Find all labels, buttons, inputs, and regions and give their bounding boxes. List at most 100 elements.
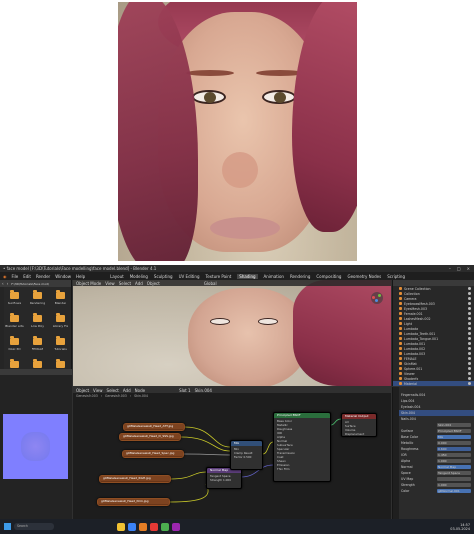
property-value[interactable]: 1.000: [437, 459, 471, 463]
folder-item[interactable]: Tutorials: [50, 335, 71, 355]
object-icon: [399, 327, 402, 330]
file-path[interactable]: F:\3D\Tutorials\Face mod\: [11, 282, 49, 286]
property-value[interactable]: Principled BSDF: [437, 429, 471, 433]
shader-node-editor[interactable]: Object View Select Add Node Slot 1 Skin.…: [73, 387, 391, 519]
tab-uv-editing[interactable]: UV Editing: [179, 274, 200, 279]
image-texture-node[interactable]: g9MaleGenesis9_Head_Nrm.jpg: [97, 498, 170, 506]
eye-icon[interactable]: [468, 372, 471, 375]
eye-icon[interactable]: [468, 367, 471, 370]
folder-item[interactable]: Blender arts: [4, 312, 25, 332]
folder-item[interactable]: DALI 3D: [4, 335, 25, 355]
eye-icon[interactable]: [468, 322, 471, 325]
chat-app-icon[interactable]: [161, 522, 169, 531]
close-icon[interactable]: ×: [467, 266, 470, 271]
property-value[interactable]: Normal Map: [437, 465, 471, 469]
navigation-gizmo[interactable]: [371, 292, 383, 304]
eye-icon[interactable]: [468, 342, 471, 345]
image-texture-node[interactable]: g9MaleGenesis9_Head_ATT.jpg: [123, 423, 185, 431]
tab-layout[interactable]: Layout: [110, 274, 124, 279]
property-value[interactable]: 0.000: [437, 441, 471, 445]
select-menu[interactable]: Select: [119, 281, 131, 286]
menu-window[interactable]: Window: [55, 274, 71, 279]
tab-texture-paint[interactable]: Texture Paint: [205, 274, 231, 279]
normal-map-preview[interactable]: [3, 414, 68, 479]
eye-icon[interactable]: [468, 312, 471, 315]
property-value[interactable]: gDNormal.001: [437, 489, 471, 493]
object-menu[interactable]: Object: [147, 281, 160, 286]
eye-icon[interactable]: [468, 302, 471, 305]
eye-icon[interactable]: [468, 297, 471, 300]
mix-node[interactable]: Mix Mix Clamp Result Factor 0.500: [230, 440, 263, 470]
tab-compositing[interactable]: Compositing: [316, 274, 341, 279]
maximize-icon[interactable]: □: [457, 266, 461, 271]
minimize-icon[interactable]: –: [449, 266, 451, 271]
property-label: IOR: [401, 453, 407, 457]
folder-item[interactable]: Rendering: [27, 289, 48, 309]
principled-bsdf-node[interactable]: Principled BSDF Base Color Metallic Roughn…: [273, 412, 331, 482]
blender-logo-icon[interactable]: ◉: [3, 274, 7, 279]
menu-render[interactable]: Render: [36, 274, 50, 279]
menu-help[interactable]: Help: [76, 274, 85, 279]
tab-modeling[interactable]: Modeling: [130, 274, 148, 279]
folder-item[interactable]: Sunflowe: [4, 289, 25, 309]
view-menu[interactable]: View: [105, 281, 115, 286]
image-texture-node[interactable]: g9MaleGenesis9_Head_Spec.jpg: [122, 450, 184, 458]
taskbar-search[interactable]: Search: [14, 523, 54, 530]
property-value[interactable]: Tangent Space: [437, 471, 471, 475]
edge-icon[interactable]: [128, 522, 136, 531]
node-title: g9MaleGenesis9_Head_ATT.jpg: [124, 424, 184, 429]
property-value[interactable]: [437, 477, 471, 481]
3d-viewport[interactable]: Object Mode View Select Add Object Globa…: [73, 280, 391, 386]
photo-app-icon[interactable]: [172, 522, 180, 531]
tab-sculpting[interactable]: Sculpting: [154, 274, 173, 279]
outliner-row[interactable]: Material: [393, 381, 474, 386]
property-value[interactable]: Mix: [437, 435, 471, 439]
outliner-row-label: SkinMat: [404, 361, 417, 366]
tab-geometry-nodes[interactable]: Geometry Nodes: [347, 274, 381, 279]
eye-icon[interactable]: [468, 317, 471, 320]
folder-item[interactable]: FEMALE: [27, 335, 48, 355]
image-texture-node[interactable]: g9MaleGenesis9_Head_RGH.jpg: [99, 475, 171, 483]
eye-icon[interactable]: [468, 292, 471, 295]
tab-rendering[interactable]: Rendering: [290, 274, 310, 279]
blender-taskbar-icon[interactable]: [139, 522, 147, 531]
menu-file[interactable]: File: [12, 274, 19, 279]
mode-dropdown[interactable]: Object Mode: [76, 281, 101, 286]
object-icon: [399, 377, 402, 380]
image-texture-node[interactable]: g9MaleGenesis9_Head_D_SSS.jpg: [119, 433, 181, 441]
property-value[interactable]: 1.000: [437, 483, 471, 487]
tab-scripting[interactable]: Scripting: [387, 274, 405, 279]
forward-arrow-icon[interactable]: ›: [7, 281, 9, 286]
eye-icon[interactable]: [468, 362, 471, 365]
eye-icon[interactable]: [468, 382, 471, 385]
eye-icon[interactable]: [468, 332, 471, 335]
tab-shading[interactable]: Shading: [237, 273, 258, 279]
windows-start-icon[interactable]: [4, 523, 11, 530]
taskbar-clock[interactable]: 14:57 03-05-2024: [450, 523, 470, 531]
normal-map-node[interactable]: Normal Map Tangent Space Strength 1.000: [206, 467, 242, 489]
property-value[interactable]: 1.450: [437, 453, 471, 457]
tab-animation[interactable]: Animation: [264, 274, 284, 279]
eye-icon[interactable]: [468, 357, 471, 360]
property-value[interactable]: 0.600: [437, 447, 471, 451]
eye-icon[interactable]: [468, 307, 471, 310]
menu-edit[interactable]: Edit: [23, 274, 31, 279]
folder-item[interactable]: Library Fix: [50, 312, 71, 332]
eye-icon[interactable]: [468, 327, 471, 330]
back-arrow-icon[interactable]: ‹: [2, 281, 4, 286]
eye-icon[interactable]: [468, 377, 471, 380]
material-output-node[interactable]: Material Output All Surface Volume Displace…: [341, 413, 377, 437]
folder-item[interactable]: Blender: [50, 289, 71, 309]
file-explorer-icon[interactable]: [117, 522, 125, 531]
folder-item[interactable]: Low Poly: [27, 312, 48, 332]
transform-orientation[interactable]: Global: [204, 281, 217, 286]
add-menu[interactable]: Add: [135, 281, 143, 286]
left-eye: [192, 90, 226, 104]
media-app-icon[interactable]: [150, 522, 158, 531]
eye-icon[interactable]: [468, 347, 471, 350]
folder-icon: [33, 336, 42, 345]
eye-icon[interactable]: [468, 337, 471, 340]
material-name-field[interactable]: Skin.004: [437, 423, 471, 427]
eye-icon[interactable]: [468, 287, 471, 290]
eye-icon[interactable]: [468, 352, 471, 355]
